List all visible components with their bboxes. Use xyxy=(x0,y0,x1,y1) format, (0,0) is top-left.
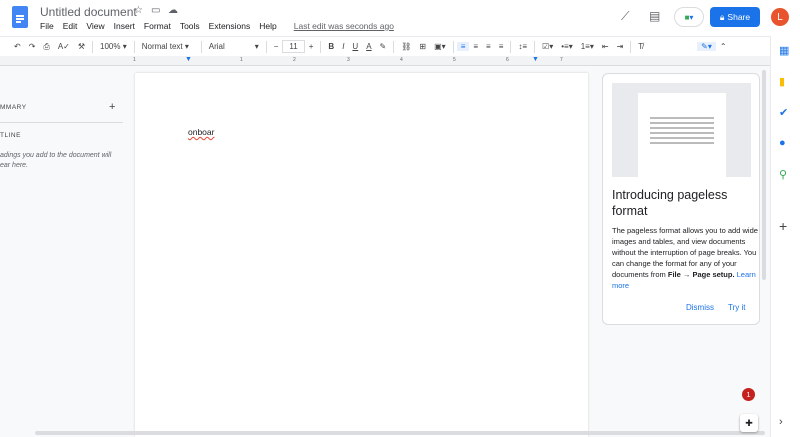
outline-heading: TLINE xyxy=(0,132,21,139)
maps-icon[interactable]: ⚲ xyxy=(779,168,787,181)
promo-page-setup: File → Page setup. xyxy=(667,270,735,279)
menu-edit[interactable]: Edit xyxy=(63,21,78,31)
comment-history-icon[interactable]: ▤ xyxy=(649,9,660,23)
lock-icon: 🔒︎ xyxy=(719,11,725,22)
menu-view[interactable]: View xyxy=(86,21,104,31)
pageless-illustration xyxy=(612,83,751,177)
contacts-icon[interactable]: ● xyxy=(779,137,786,149)
document-page[interactable]: onboar xyxy=(135,73,588,437)
menu-tools[interactable]: Tools xyxy=(180,21,200,31)
meet-button[interactable]: ■ ▾ xyxy=(674,7,704,27)
last-edit-link[interactable]: Last edit was seconds ago xyxy=(294,21,394,31)
menu-insert[interactable]: Insert xyxy=(114,21,135,31)
ruler-label: 1 xyxy=(240,57,243,63)
side-panel-bar: ▦ ▮ ✔ ● ⚲ + › xyxy=(770,36,800,437)
text-color-icon[interactable]: A xyxy=(362,42,375,51)
header: Untitled document ☆ ▭ ☁ File Edit View I… xyxy=(0,0,800,36)
editing-mode-icon[interactable]: ✎▾ xyxy=(697,42,716,51)
ruler-label: 1 xyxy=(133,57,136,63)
ruler-label: 6 xyxy=(506,57,509,63)
menu-extensions[interactable]: Extensions xyxy=(209,21,251,31)
bulleted-list-icon[interactable]: •≡▾ xyxy=(557,42,576,51)
ruler-label: 2 xyxy=(293,57,296,63)
vertical-scrollbar[interactable] xyxy=(762,70,766,280)
calendar-icon[interactable]: ▦ xyxy=(779,44,789,57)
toolbar: ↶ ↷ ⎙ A✓ ⚒ 100% ▾ Normal text ▾ Arial ▾ … xyxy=(0,36,770,56)
redo-icon[interactable]: ↷ xyxy=(25,42,40,51)
summary-heading: MMARY xyxy=(0,104,27,111)
outline-hint: adings you add to the document will ear … xyxy=(0,152,112,169)
menu-format[interactable]: Format xyxy=(144,21,171,31)
document-text[interactable]: onboar xyxy=(188,127,214,137)
numbered-list-icon[interactable]: 1≡▾ xyxy=(577,42,598,51)
promo-title: Introducing pageless format xyxy=(612,188,728,218)
menu-help[interactable]: Help xyxy=(259,21,276,31)
show-side-panel-icon[interactable]: › xyxy=(779,416,783,428)
spellcheck-icon[interactable]: A✓ xyxy=(54,42,74,51)
menu-bar: File Edit View Insert Format Tools Exten… xyxy=(40,21,394,31)
align-left-icon[interactable]: ≡ xyxy=(456,42,470,51)
increase-indent-icon[interactable]: ⇥ xyxy=(613,42,628,51)
line-spacing-icon[interactable]: ↕≡ xyxy=(514,42,531,51)
decrease-font-size-button[interactable]: − xyxy=(270,42,283,51)
ruler-label: 7 xyxy=(560,57,563,63)
indent-marker-icon[interactable]: ▼ xyxy=(185,56,192,63)
zoom-select[interactable]: 100% ▾ xyxy=(96,42,131,51)
ruler[interactable]: 1 ▼ 1 2 3 4 5 6 ▼ 7 xyxy=(0,56,770,66)
decrease-indent-icon[interactable]: ⇤ xyxy=(598,42,613,51)
ruler-label: 4 xyxy=(400,57,403,63)
justify-icon[interactable]: ≡ xyxy=(495,42,508,51)
collapse-menus-icon[interactable]: ⌃ xyxy=(716,42,731,51)
menu-file[interactable]: File xyxy=(40,21,54,31)
activity-trend-icon[interactable]: ⟋ xyxy=(621,9,629,24)
italic-icon[interactable]: I xyxy=(338,42,348,51)
document-title[interactable]: Untitled document xyxy=(40,5,137,19)
add-comment-icon[interactable]: ⊞ xyxy=(415,42,430,51)
font-size-input[interactable]: 11 xyxy=(282,40,305,53)
horizontal-scrollbar[interactable] xyxy=(35,431,765,435)
bold-icon[interactable]: B xyxy=(324,42,338,51)
notification-badge[interactable]: 1 xyxy=(742,388,755,401)
increase-font-size-button[interactable]: + xyxy=(305,42,318,51)
share-button[interactable]: 🔒︎ Share xyxy=(710,7,760,27)
try-it-button[interactable]: Try it xyxy=(728,303,745,312)
style-select[interactable]: Normal text ▾ xyxy=(138,42,198,51)
ruler-label: 5 xyxy=(453,57,456,63)
right-indent-marker-icon[interactable]: ▼ xyxy=(532,56,539,63)
explore-button[interactable]: ✚ xyxy=(740,414,758,432)
highlight-icon[interactable]: ✎ xyxy=(376,42,391,51)
print-icon[interactable]: ⎙ xyxy=(39,42,53,52)
dismiss-button[interactable]: Dismiss xyxy=(686,303,714,312)
star-icon[interactable]: ☆ xyxy=(134,5,143,16)
cloud-status-icon[interactable]: ☁ xyxy=(168,5,178,16)
align-center-icon[interactable]: ≡ xyxy=(469,42,482,51)
add-summary-icon[interactable]: + xyxy=(109,101,115,113)
add-comment-icon: ✚ xyxy=(745,417,753,428)
outline-panel: MMARY + TLINE adings you add to the docu… xyxy=(0,66,133,437)
link-icon[interactable]: ⛓ xyxy=(397,42,415,51)
align-right-icon[interactable]: ≡ xyxy=(482,42,495,51)
paint-format-icon[interactable]: ⚒ xyxy=(74,42,89,51)
docs-logo-icon[interactable] xyxy=(12,6,28,28)
font-select[interactable]: Arial ▾ xyxy=(205,42,263,51)
move-folder-icon[interactable]: ▭ xyxy=(151,5,160,16)
get-addons-icon[interactable]: + xyxy=(779,218,787,234)
insert-image-icon[interactable]: ▣▾ xyxy=(430,42,450,51)
checklist-icon[interactable]: ☑▾ xyxy=(538,42,557,51)
tasks-icon[interactable]: ✔ xyxy=(779,106,788,119)
avatar[interactable]: L xyxy=(771,8,789,26)
keep-icon[interactable]: ▮ xyxy=(779,75,785,88)
undo-icon[interactable]: ↶ xyxy=(10,42,25,51)
clear-formatting-icon[interactable]: T̸ xyxy=(634,42,647,51)
underline-icon[interactable]: U xyxy=(348,42,362,51)
pageless-promo-card: Introducing pageless format The pageless… xyxy=(602,73,760,325)
ruler-label: 3 xyxy=(347,57,350,63)
